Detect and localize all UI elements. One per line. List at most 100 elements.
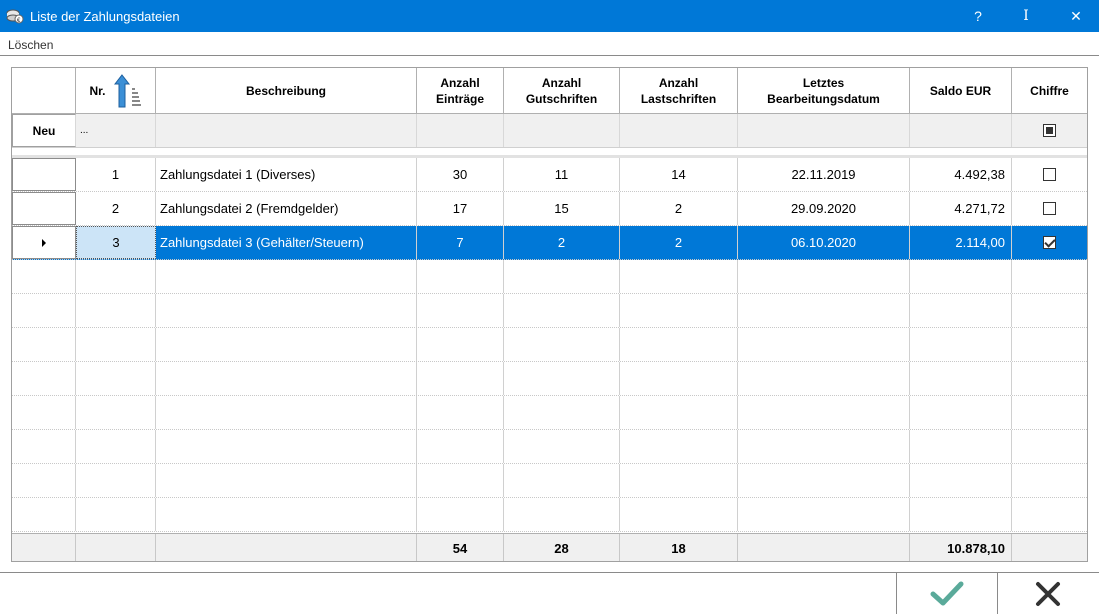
current-row-arrow-icon bbox=[42, 238, 46, 247]
empty-cell bbox=[1012, 328, 1087, 361]
empty-cell bbox=[504, 328, 620, 361]
empty-cell bbox=[620, 430, 738, 463]
empty-cell bbox=[620, 260, 738, 293]
cancel-button[interactable] bbox=[997, 573, 1098, 614]
header-anzahl-gutschriften[interactable]: Anzahl Gutschriften bbox=[504, 68, 620, 113]
header-beschreibung[interactable]: Beschreibung bbox=[156, 68, 417, 113]
empty-cell bbox=[1012, 362, 1087, 395]
empty-row bbox=[12, 294, 1087, 328]
totals-cell bbox=[76, 534, 156, 561]
header-nr-label: Nr. bbox=[89, 83, 106, 98]
menu-bar: Löschen bbox=[0, 32, 1099, 56]
header-anzahl-lastschriften[interactable]: Anzahl Lastschriften bbox=[620, 68, 738, 113]
payment-files-icon: € bbox=[6, 9, 24, 24]
empty-row bbox=[12, 260, 1087, 294]
chiffre-checkbox[interactable] bbox=[1043, 202, 1056, 215]
empty-cell bbox=[1012, 260, 1087, 293]
dialog-button-bar bbox=[0, 572, 1099, 614]
empty-cell bbox=[620, 396, 738, 429]
row-indicator[interactable] bbox=[12, 158, 76, 191]
empty-cell bbox=[738, 362, 910, 395]
chiffre-checkbox[interactable] bbox=[1043, 168, 1056, 181]
empty-cell bbox=[504, 260, 620, 293]
empty-cell bbox=[76, 328, 156, 361]
empty-cell bbox=[910, 430, 1012, 463]
menu-item-loeschen[interactable]: Löschen bbox=[8, 38, 53, 52]
empty-row bbox=[12, 362, 1087, 396]
empty-cell bbox=[738, 294, 910, 327]
total-gutschriften: 28 bbox=[504, 534, 620, 561]
row-indicator[interactable] bbox=[12, 192, 76, 225]
close-window-button[interactable]: ✕ bbox=[1053, 0, 1099, 32]
empty-cell bbox=[738, 260, 910, 293]
new-row-chiffre-checkbox[interactable] bbox=[1043, 124, 1056, 137]
new-row-cell bbox=[504, 114, 620, 147]
row-indicator[interactable] bbox=[12, 226, 76, 259]
new-row-cell bbox=[620, 114, 738, 147]
empty-cell bbox=[910, 294, 1012, 327]
row-eintraege: 7 bbox=[417, 226, 504, 259]
total-lastschriften: 18 bbox=[620, 534, 738, 561]
empty-cell bbox=[156, 294, 417, 327]
totals-row: 54 28 18 10.878,10 bbox=[12, 533, 1087, 561]
totals-cell bbox=[738, 534, 910, 561]
empty-cell bbox=[156, 498, 417, 531]
empty-cell bbox=[1012, 294, 1087, 327]
table-row[interactable]: 2 Zahlungsdatei 2 (Fremdgelder) 17 15 2 … bbox=[12, 192, 1087, 226]
new-row: Neu ... bbox=[12, 114, 1087, 148]
row-chiffre[interactable] bbox=[1012, 226, 1087, 259]
empty-cell bbox=[417, 430, 504, 463]
header-anzahl-eintraege[interactable]: Anzahl Einträge bbox=[417, 68, 504, 113]
header-nr[interactable]: Nr. bbox=[76, 68, 156, 113]
empty-cell bbox=[76, 396, 156, 429]
row-gutschriften: 2 bbox=[504, 226, 620, 259]
row-datum: 22.11.2019 bbox=[738, 158, 910, 191]
empty-cell bbox=[76, 430, 156, 463]
empty-cell bbox=[417, 260, 504, 293]
new-row-nr-field[interactable]: ... bbox=[76, 114, 156, 147]
empty-cell bbox=[12, 260, 76, 293]
empty-cell bbox=[12, 362, 76, 395]
table-row[interactable]: 1 Zahlungsdatei 1 (Diverses) 30 11 14 22… bbox=[12, 158, 1087, 192]
empty-cell bbox=[417, 328, 504, 361]
close-x-icon bbox=[1036, 581, 1060, 606]
row-gutschriften: 11 bbox=[504, 158, 620, 191]
row-chiffre[interactable] bbox=[1012, 158, 1087, 191]
empty-cell bbox=[1012, 430, 1087, 463]
totals-cell bbox=[1012, 534, 1087, 561]
empty-row bbox=[12, 328, 1087, 362]
empty-cell bbox=[417, 498, 504, 531]
empty-cell bbox=[156, 328, 417, 361]
empty-cell bbox=[12, 328, 76, 361]
empty-cell bbox=[76, 362, 156, 395]
help-button[interactable]: ? bbox=[955, 0, 1001, 32]
empty-cell bbox=[76, 294, 156, 327]
header-chiffre[interactable]: Chiffre bbox=[1012, 68, 1087, 113]
header-bearbeitungsdatum[interactable]: Letztes Bearbeitungsdatum bbox=[738, 68, 910, 113]
row-nr: 1 bbox=[76, 158, 156, 191]
empty-cell bbox=[738, 498, 910, 531]
new-entry-button[interactable]: Neu bbox=[12, 114, 76, 147]
new-row-chiffre[interactable] bbox=[1012, 114, 1087, 147]
row-nr: 3 bbox=[76, 226, 156, 259]
new-row-cell bbox=[738, 114, 910, 147]
chiffre-checkbox[interactable] bbox=[1043, 236, 1056, 249]
new-row-beschreibung-field[interactable] bbox=[156, 114, 417, 147]
row-chiffre[interactable] bbox=[1012, 192, 1087, 225]
empty-cell bbox=[76, 498, 156, 531]
row-eintraege: 30 bbox=[417, 158, 504, 191]
pin-button[interactable]: I bbox=[1003, 0, 1049, 32]
sort-ascending-icon[interactable] bbox=[113, 73, 142, 108]
empty-cell bbox=[417, 362, 504, 395]
empty-cell bbox=[738, 328, 910, 361]
table-row-selected[interactable]: 3 Zahlungsdatei 3 (Gehälter/Steuern) 7 2… bbox=[12, 226, 1087, 260]
empty-cell bbox=[504, 362, 620, 395]
empty-cell bbox=[910, 396, 1012, 429]
window-title: Liste der Zahlungsdateien bbox=[30, 9, 180, 24]
ok-button[interactable] bbox=[896, 573, 997, 614]
header-saldo[interactable]: Saldo EUR bbox=[910, 68, 1012, 113]
row-datum: 29.09.2020 bbox=[738, 192, 910, 225]
payment-files-grid: Nr. Beschreibung Anzahl Einträge Anzahl … bbox=[11, 67, 1088, 562]
row-datum: 06.10.2020 bbox=[738, 226, 910, 259]
row-beschreibung: Zahlungsdatei 1 (Diverses) bbox=[156, 158, 417, 191]
